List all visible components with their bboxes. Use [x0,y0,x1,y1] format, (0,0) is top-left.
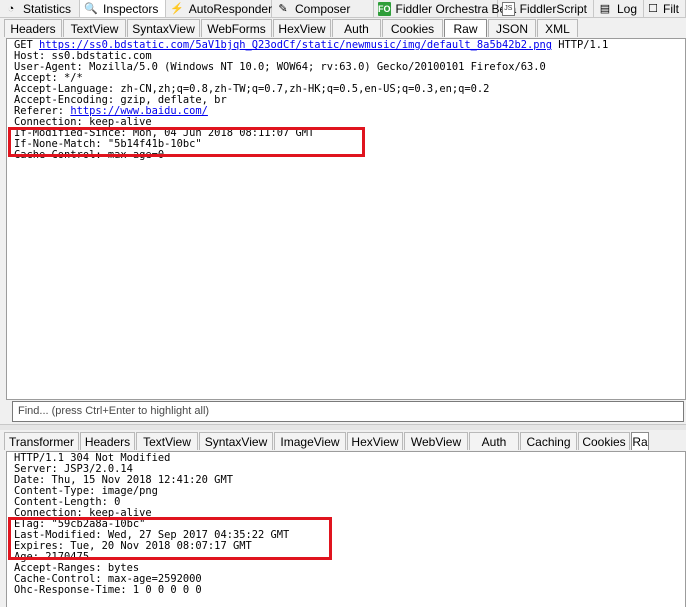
response-tab-headers[interactable]: Headers [80,432,135,450]
request-tab-headers[interactable]: Headers [4,19,62,37]
response-tab-transformer[interactable]: Transformer [4,432,79,450]
main-tab-label: AutoResponder [188,1,273,16]
response-cache-headers-highlight [8,517,332,560]
response-header-line: Ohc-Response-Time: 1 0 0 0 0 0 [14,584,202,596]
pane-splitter[interactable] [0,424,686,430]
log-icon: ▤ [599,2,611,15]
lightning-icon: ⚡ [170,2,184,15]
request-tab-hexview[interactable]: HexView [273,19,331,37]
main-tab-statistics[interactable]: ◔ Statistics [0,0,80,17]
request-tab-xml[interactable]: XML [537,19,578,37]
main-tab-label: Filt [663,1,679,16]
request-tab-syntaxview[interactable]: SyntaxView [127,19,200,37]
main-tab-filt[interactable]: ☐ Filt [644,0,686,17]
response-tab-auth[interactable]: Auth [469,432,519,450]
request-tab-auth[interactable]: Auth [332,19,381,37]
response-tab-cookies[interactable]: Cookies [578,432,630,450]
request-tab-webforms[interactable]: WebForms [201,19,272,37]
filter-checkbox-icon: ☐ [648,2,658,15]
statistics-icon: ◔ [7,2,15,15]
response-inspector-tabs: Transformer Headers TextView SyntaxView Imag… [0,431,686,451]
main-tab-strip: ◔ Statistics 🔍 Inspectors ⚡ AutoResponder ✎ Com… [0,0,686,18]
request-header-line: User-Agent: Mozilla/5.0 (Windows NT 10.0… [14,61,546,73]
request-tab-json[interactable]: JSON [488,19,536,37]
main-tab-label: Statistics [23,1,72,16]
request-inspector-tabs: Headers TextView SyntaxView WebForms HexView… [0,18,686,38]
main-tab-inspectors[interactable]: 🔍 Inspectors [80,0,166,17]
request-cache-headers-highlight [8,127,365,157]
inspectors-icon: 🔍 [84,2,98,15]
request-tab-textview[interactable]: TextView [63,19,126,37]
response-tab-hexview[interactable]: HexView [347,432,403,450]
response-tab-webview[interactable]: WebView [404,432,468,450]
response-tab-ra[interactable]: Ra [631,432,649,450]
main-tab-fiddler-orchestra-beta[interactable]: FO Fiddler Orchestra Beta [374,0,516,17]
main-tab-label: Log [616,1,637,16]
main-tab-autoresponder[interactable]: ⚡ AutoResponder [166,0,272,17]
main-tab-fiddlerscript[interactable]: JS FiddlerScript [498,0,594,17]
composer-icon: ✎ [278,2,288,15]
main-tab-log[interactable]: ▤ Log [594,0,644,17]
request-tab-cookies[interactable]: Cookies [382,19,443,37]
response-tab-textview[interactable]: TextView [136,432,198,450]
main-tab-label: Inspectors [103,1,159,16]
main-tab-label: Composer [295,1,351,16]
main-tab-label: FiddlerScript [519,1,587,16]
request-tab-raw[interactable]: Raw [444,19,487,37]
response-tab-syntaxview[interactable]: SyntaxView [199,432,273,450]
request-raw-view[interactable]: GET https://ss0.bdstatic.com/5aV1bjqh_Q2… [6,38,686,400]
response-tab-caching[interactable]: Caching [520,432,577,450]
main-tab-composer[interactable]: ✎ Composer [272,0,374,17]
find-input[interactable]: Find... (press Ctrl+Enter to highlight a… [12,401,684,422]
response-tab-imageview[interactable]: ImageView [274,432,346,450]
js-icon: JS [502,1,515,16]
fo-icon: FO [378,1,391,16]
